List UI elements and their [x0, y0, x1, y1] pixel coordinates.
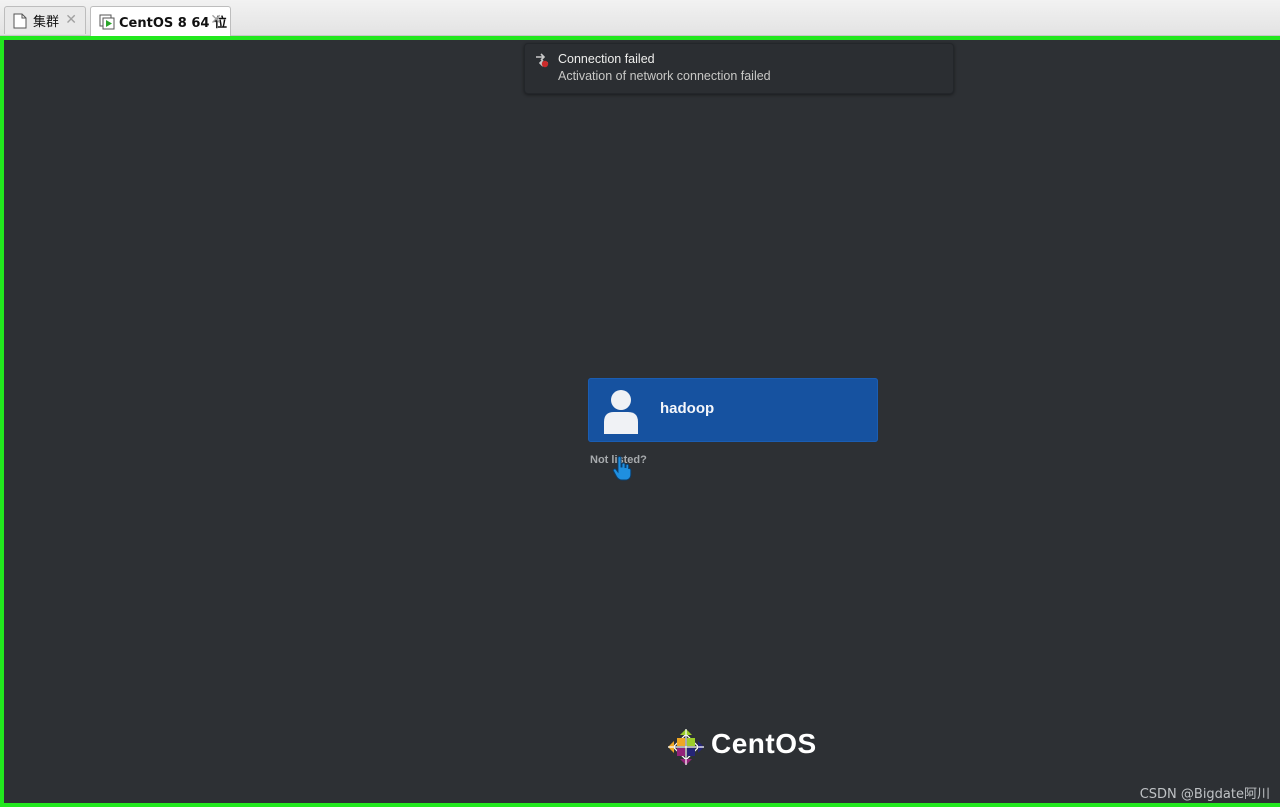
hand-cursor-icon: [612, 456, 632, 482]
centos-logo-icon: [666, 727, 706, 767]
tab-cluster[interactable]: 集群 ✕: [4, 6, 86, 34]
network-error-icon: [534, 52, 550, 68]
close-icon[interactable]: ✕: [65, 12, 77, 28]
watermark-text: CSDN @Bigdate阿川: [1139, 787, 1270, 802]
user-avatar-icon: [602, 389, 640, 434]
page-icon: [13, 13, 27, 29]
notification-body: Activation of network connection failed: [558, 69, 771, 83]
centos-wordmark: CentOS: [711, 728, 817, 759]
notification-banner[interactable]: Connection failed Activation of network …: [524, 43, 954, 94]
tab-label: 集群: [33, 15, 60, 30]
notification-title: Connection failed: [558, 52, 655, 66]
user-login-button[interactable]: hadoop: [588, 378, 878, 442]
close-icon[interactable]: ✕: [210, 12, 222, 28]
user-name: hadoop: [660, 400, 715, 417]
tab-centos[interactable]: CentOS 8 64 位 ✕: [90, 6, 231, 36]
vm-tab-bar: 集群 ✕ CentOS 8 64 位 ✕: [0, 0, 1280, 36]
vm-running-icon: [99, 14, 115, 30]
